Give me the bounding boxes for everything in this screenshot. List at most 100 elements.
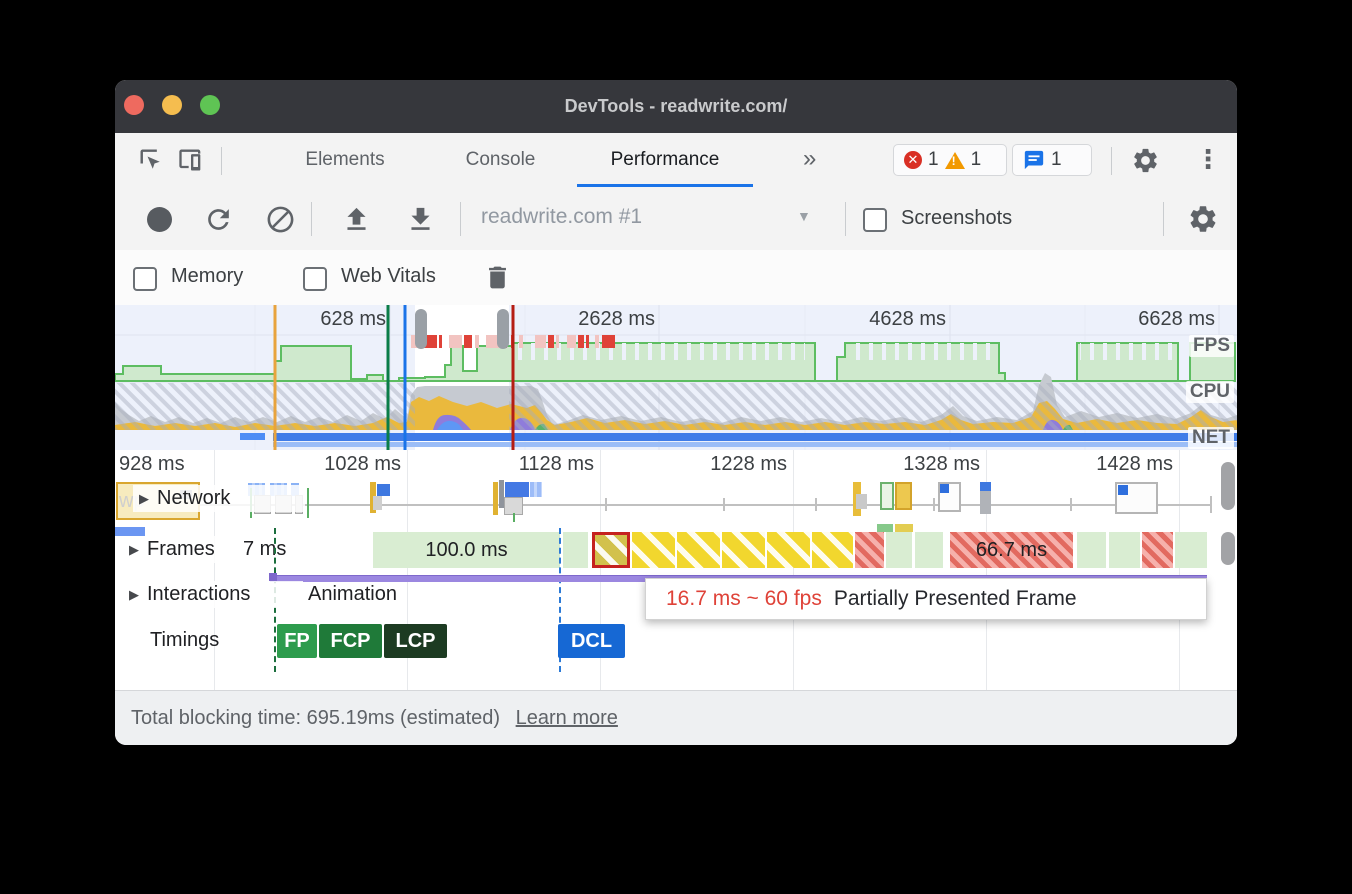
net-track-label: NET [1188,427,1234,449]
ruler-tick-1328: 1328 ms [888,453,980,476]
fp-marker-badge[interactable]: FP [277,624,317,658]
frame-partial[interactable] [677,532,720,568]
network-request[interactable] [377,484,390,496]
ruler-tick-1228: 1228 ms [695,453,787,476]
message-count: 1 [1051,149,1062,171]
divider [1111,147,1112,175]
network-request-overflow [115,527,145,536]
network-request[interactable] [530,482,542,497]
network-timing-tick [307,488,309,518]
network-request[interactable] [895,482,912,510]
screenshots-checkbox[interactable] [863,208,887,232]
disclosure-triangle-icon[interactable]: ▶ [129,587,139,603]
total-blocking-time-text: Total blocking time: 695.19ms (estimated… [131,707,500,729]
title-bar: DevTools - readwrite.com/ [115,80,1237,133]
network-request[interactable] [980,482,991,514]
ruler-tick-1128: 1128 ms [502,453,594,476]
fcp-marker-badge[interactable]: FCP [319,624,382,658]
network-request[interactable] [505,482,529,497]
reload-record-icon[interactable] [203,204,234,235]
frame-good[interactable] [1175,532,1207,568]
frame-dropped-long[interactable]: 66.7 ms [950,532,1073,568]
frame-good[interactable] [1109,532,1140,568]
frames-track-header[interactable]: ▶ Frames [123,536,253,563]
network-request[interactable] [856,494,867,509]
device-toolbar-icon[interactable] [177,146,205,174]
history-select[interactable]: readwrite.com #1 [481,205,642,229]
network-request[interactable] [880,482,894,510]
frame-good[interactable]: 100.0 ms [373,532,560,568]
performance-toolbar: readwrite.com #1 ▼ Screenshots [115,188,1237,251]
network-timing-tick [513,513,515,522]
frame-selected[interactable] [592,532,630,568]
frame-dropped[interactable] [855,532,884,568]
record-button[interactable] [147,207,172,232]
tooltip-frame-duration: 16.7 ms ~ 60 fps [666,587,822,611]
clear-recording-icon[interactable] [265,204,296,235]
fps-track-label: FPS [1189,335,1234,357]
screenshots-label: Screenshots [901,207,1012,230]
interactions-track-header[interactable]: ▶ Interactions [123,581,303,608]
frame-dropped[interactable] [1142,532,1173,568]
error-icon: ✕ [904,151,922,169]
history-dropdown-icon[interactable]: ▼ [797,208,811,224]
more-tabs-icon[interactable]: » [803,145,816,173]
timeline-mark [877,524,893,532]
network-request[interactable] [938,482,961,512]
overview-tick-2628: 2628 ms [535,308,655,331]
issues-badge[interactable]: ✕ 1 1 [893,144,1007,176]
timings-track-label: Timings [150,629,219,652]
frame-partial[interactable] [812,532,853,568]
disclosure-triangle-icon[interactable]: ▶ [139,491,149,507]
chat-bubble-icon [1023,149,1045,171]
frame-good[interactable] [1077,532,1106,568]
save-profile-icon[interactable] [405,204,436,235]
capture-settings-gear-icon[interactable] [1187,203,1219,235]
inspect-element-icon[interactable] [137,146,165,174]
frames-track-label: Frames [147,538,215,561]
frame-partial[interactable] [632,532,675,568]
frame-tooltip: 16.7 ms ~ 60 fps Partially Presented Fra… [645,578,1207,620]
devtools-tab-bar: Elements Console Performance » ✕ 1 1 1 ⋮ [115,133,1237,189]
more-options-icon[interactable]: ⋮ [1195,144,1221,175]
web-vitals-label: Web Vitals [341,265,436,288]
divider [221,147,222,175]
gridline [1179,450,1180,690]
network-scrollbar-thumb[interactable] [1221,462,1235,510]
tab-performance[interactable]: Performance [577,133,753,187]
memory-checkbox[interactable] [133,267,157,291]
tab-console[interactable]: Console [453,133,548,187]
timeline-mark [895,524,913,532]
network-request[interactable] [493,482,498,515]
warning-count: 1 [971,149,982,171]
divider [311,202,312,236]
network-request[interactable] [1115,482,1158,514]
lcp-marker-badge[interactable]: LCP [384,624,447,658]
frame-good[interactable] [915,532,943,568]
learn-more-link[interactable]: Learn more [516,707,618,729]
disclosure-triangle-icon[interactable]: ▶ [129,542,139,558]
network-track-header[interactable]: ▶ Network [133,485,305,512]
timeline-overview[interactable]: 628 ms 2628 ms 4628 ms 6628 ms FPS CPU N… [115,305,1237,450]
memory-label: Memory [171,265,243,288]
web-vitals-checkbox[interactable] [303,267,327,291]
ruler-tick-1428: 1428 ms [1081,453,1173,476]
divider [460,202,461,236]
tab-elements[interactable]: Elements [290,133,400,187]
status-bar: Total blocking time: 695.19ms (estimated… [115,690,1237,745]
frame-partial[interactable] [722,532,765,568]
frame-short-label: 7 ms [243,538,286,561]
frame-partial[interactable] [767,532,810,568]
frame-good[interactable] [886,532,912,568]
trash-icon[interactable] [483,263,512,292]
load-profile-icon[interactable] [341,204,372,235]
frames-scrollbar-thumb[interactable] [1221,532,1235,565]
dcl-marker-badge[interactable]: DCL [558,624,625,658]
frame-good[interactable] [563,532,588,568]
overview-tick-6628: 6628 ms [1095,308,1215,331]
timeline-tracks-panel[interactable]: 928 ms 1028 ms 1128 ms 1228 ms 1328 ms 1… [115,450,1237,690]
settings-gear-icon[interactable] [1131,146,1160,175]
network-request[interactable] [373,496,382,510]
devtools-window: DevTools - readwrite.com/ Elements Conso… [115,80,1237,745]
messages-badge[interactable]: 1 [1012,144,1092,176]
